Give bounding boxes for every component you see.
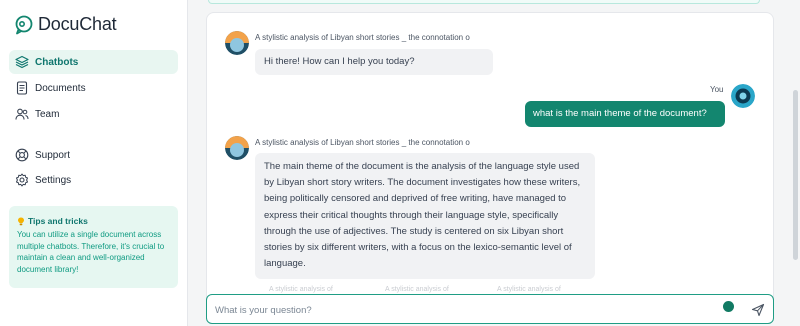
scrollbar[interactable]: [793, 90, 798, 260]
chat-panel[interactable]: A stylistic analysis of Libyan short sto…: [206, 12, 774, 312]
chat-logo-icon: [15, 15, 33, 34]
user-name: You: [710, 85, 724, 94]
sidebar-item-chatbots[interactable]: Chatbots: [9, 50, 178, 74]
gear-icon: [16, 173, 28, 187]
tips-text: You can utilize a single document across…: [17, 230, 165, 274]
source-link[interactable]: A stylistic analysis of: [385, 286, 449, 293]
sidebar-item-label: Documents: [35, 82, 86, 94]
source-link[interactable]: A stylistic analysis of: [269, 286, 333, 293]
bot-message: Hi there! How can I help you today?: [255, 49, 493, 75]
sidebar: DocuChat Chatbots Documents Team Support…: [0, 0, 188, 326]
tips-title: Tips and tricks: [17, 216, 170, 226]
bot-avatar: [225, 31, 249, 55]
tips-panel: Tips and tricks You can utilize a single…: [9, 206, 178, 288]
source-link[interactable]: A stylistic analysis of: [497, 286, 561, 293]
sidebar-item-label: Team: [35, 108, 60, 120]
bot-message: The main theme of the document is the an…: [255, 153, 595, 279]
assistant-status-icon[interactable]: [723, 301, 734, 312]
sidebar-item-team[interactable]: Team: [9, 102, 178, 126]
bot-avatar: [225, 136, 249, 160]
sidebar-item-settings[interactable]: Settings: [9, 168, 178, 192]
user-message: what is the main theme of the document?: [525, 101, 725, 127]
bot-name: A stylistic analysis of Libyan short sto…: [255, 138, 470, 147]
lifebuoy-icon: [15, 148, 29, 162]
team-icon: [15, 108, 29, 120]
sidebar-item-documents[interactable]: Documents: [9, 76, 178, 100]
lightbulb-icon: [18, 217, 24, 225]
main-area: A stylistic analysis of Libyan short sto…: [188, 0, 800, 326]
sidebar-item-label: Settings: [35, 174, 72, 186]
document-icon: [16, 81, 28, 95]
question-input[interactable]: [215, 302, 715, 318]
sidebar-item-label: Support: [35, 149, 71, 161]
chat-input-box[interactable]: [206, 294, 774, 324]
sidebar-item-label: Chatbots: [35, 56, 79, 68]
app-name: DocuChat: [38, 14, 117, 34]
top-strip: [208, 0, 760, 4]
send-icon[interactable]: [751, 303, 765, 317]
user-avatar: [731, 84, 755, 108]
bot-name: A stylistic analysis of Libyan short sto…: [255, 33, 470, 42]
sidebar-item-support[interactable]: Support: [9, 143, 178, 167]
layers-icon: [15, 55, 29, 69]
brand[interactable]: DocuChat: [14, 14, 117, 35]
